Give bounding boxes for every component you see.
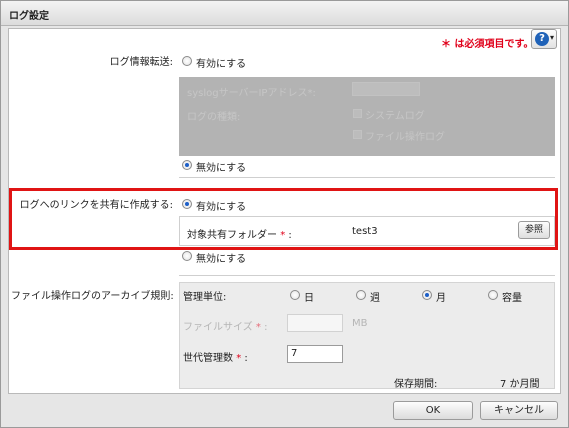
log-transfer-enable-radio[interactable]	[182, 56, 192, 66]
unit-size-label[interactable]: 容量	[502, 289, 522, 304]
unit-week-label[interactable]: 週	[370, 289, 380, 304]
file-size-label: ファイルサイズ * :	[183, 322, 268, 333]
system-log-checkbox[interactable]	[353, 109, 362, 118]
log-transfer-enable-label[interactable]: 有効にする	[196, 55, 246, 70]
generations-label: 世代管理数 * :	[183, 353, 248, 364]
dialog-title: ログ設定	[9, 11, 49, 22]
archive-rule-label: ファイル操作ログのアーカイブ規則:	[11, 291, 174, 302]
file-size-input[interactable]	[287, 314, 343, 332]
unit-month-label[interactable]: 月	[436, 289, 446, 304]
syslog-address-label: syslogサーバーIPアドレス*:	[187, 88, 316, 99]
log-transfer-disable-radio[interactable]	[182, 160, 192, 170]
unit-month-radio[interactable]	[422, 290, 432, 300]
file-size-unit: MB	[352, 318, 368, 329]
system-log-label: システムログ	[365, 111, 425, 122]
chevron-down-icon: ▾	[550, 33, 555, 42]
highlight-frame	[9, 188, 558, 250]
section-divider	[179, 275, 555, 276]
syslog-address-input[interactable]	[352, 82, 420, 96]
log-type-label: ログの種類:	[187, 112, 241, 123]
unit-size-radio[interactable]	[488, 290, 498, 300]
log-transfer-label: ログ情報転送:	[109, 57, 173, 68]
help-button[interactable]: ? ▾	[531, 29, 557, 49]
unit-day-label[interactable]: 日	[304, 289, 314, 304]
log-transfer-disable-label[interactable]: 無効にする	[196, 159, 246, 174]
unit-week-radio[interactable]	[356, 290, 366, 300]
shared-link-disable-label[interactable]: 無効にする	[196, 250, 246, 265]
generations-input[interactable]: 7	[287, 345, 343, 363]
section-divider	[179, 177, 555, 178]
ok-button[interactable]: OK	[393, 401, 473, 420]
log-settings-dialog: ログ設定 ＊ は必須項目です。 ? ▾ ログ情報転送: 有効にする syslog…	[0, 0, 569, 428]
help-icon: ?	[535, 32, 549, 46]
file-op-log-label: ファイル操作ログ	[365, 132, 445, 143]
title-bar[interactable]: ログ設定	[1, 1, 568, 26]
shared-link-disable-radio[interactable]	[182, 251, 192, 261]
required-note: ＊ は必須項目です。	[441, 39, 534, 50]
unit-label: 管理単位:	[183, 292, 227, 303]
file-op-log-checkbox[interactable]	[353, 130, 362, 139]
cancel-button[interactable]: キャンセル	[480, 401, 558, 420]
archive-settings-box	[179, 282, 555, 389]
unit-day-radio[interactable]	[290, 290, 300, 300]
retention-value: 7 か月間	[500, 379, 540, 390]
retention-label: 保存期間:	[394, 379, 438, 390]
